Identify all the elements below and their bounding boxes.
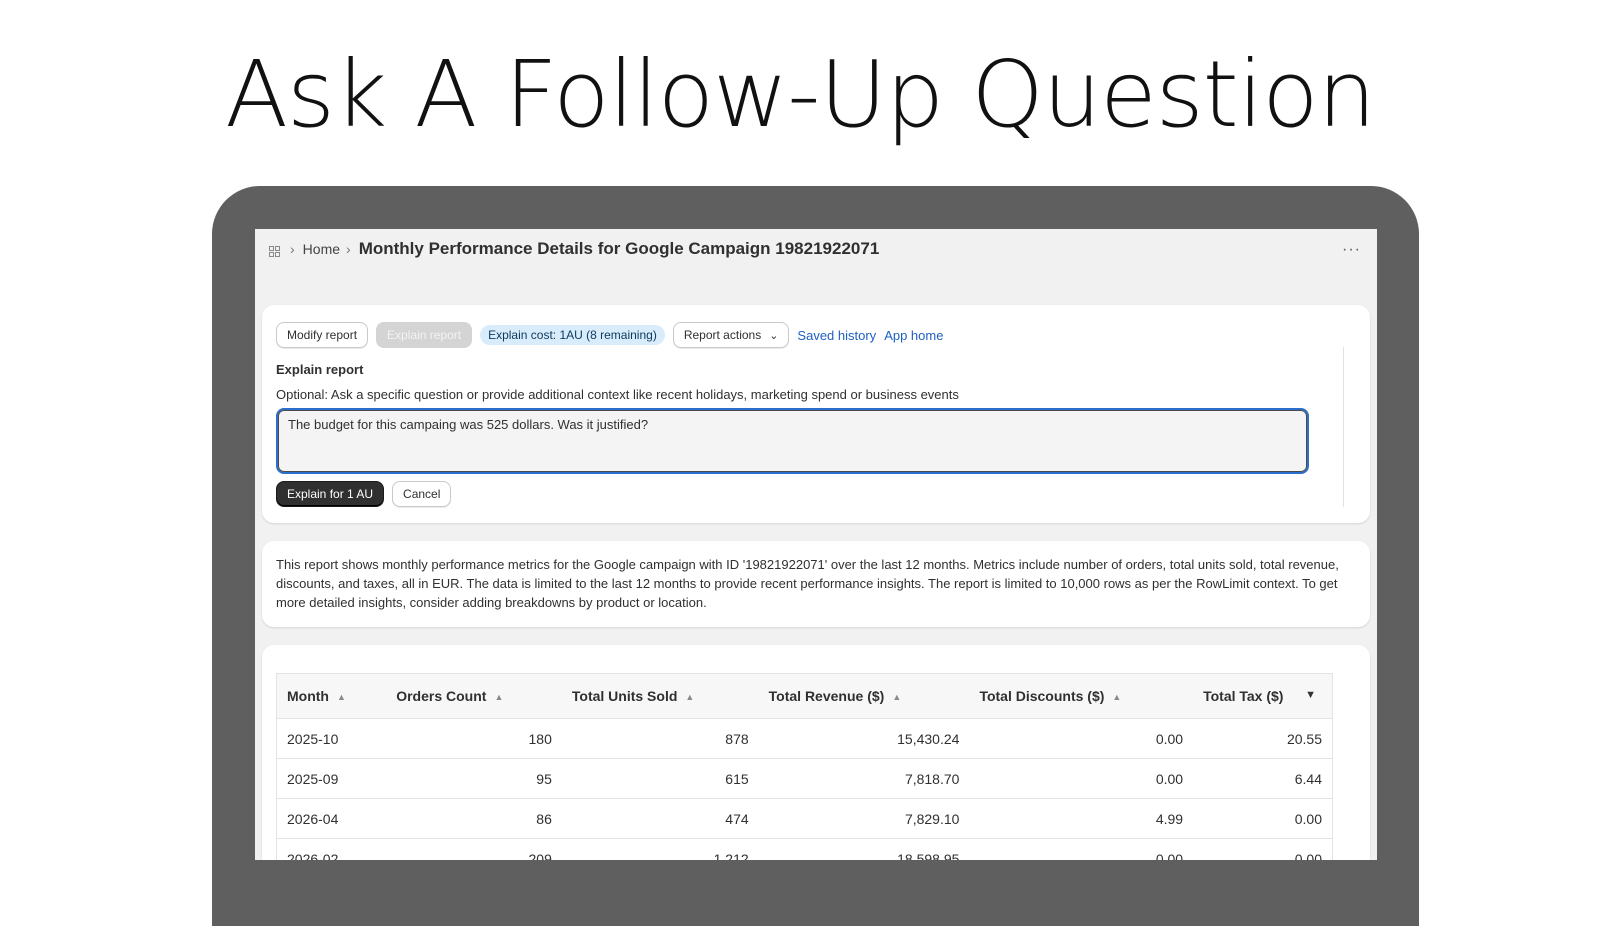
app-home-link[interactable]: App home	[884, 328, 943, 343]
sort-ascending-icon[interactable]: ▲	[1112, 692, 1121, 702]
cell-orders-count: 95	[386, 758, 562, 799]
column-header-label: Total Revenue ($)	[768, 688, 885, 704]
cell-orders-count: 209	[386, 838, 562, 860]
cell-total-discounts: 0.00	[969, 838, 1194, 860]
cell-total-tax: 0.00	[1193, 798, 1333, 839]
report-actions-button[interactable]: Report actions ⌄	[672, 322, 790, 348]
modify-report-button[interactable]: Modify report	[276, 322, 369, 348]
column-header-month[interactable]: Month ▲	[276, 673, 387, 719]
cell-total-revenue: 18,598.95	[758, 838, 970, 860]
cell-total-discounts: 0.00	[969, 718, 1194, 759]
explain-cost-badge: Explain cost: 1AU (8 remaining)	[480, 325, 665, 345]
cell-total-units-sold: 474	[561, 798, 759, 839]
column-header-label: Month	[287, 688, 329, 704]
explain-help-text: Optional: Ask a specific question or pro…	[276, 387, 959, 402]
column-header-total-revenue[interactable]: Total Revenue ($) ▲	[758, 673, 970, 719]
column-header-total-discounts[interactable]: Total Discounts ($) ▲	[969, 673, 1194, 719]
cell-total-tax: 0.00	[1193, 838, 1333, 860]
cell-total-tax: 6.44	[1193, 758, 1333, 799]
report-actions-label: Report actions	[683, 328, 762, 342]
question-textarea[interactable]: The budget for this campaing was 525 dol…	[276, 408, 1309, 474]
sort-ascending-icon[interactable]: ▲	[337, 692, 346, 702]
column-header-total-units-sold[interactable]: Total Units Sold ▲	[561, 673, 759, 719]
cell-total-revenue: 15,430.24	[758, 718, 970, 759]
chevron-down-icon: ⌄	[769, 329, 779, 342]
cell-total-revenue: 7,829.10	[758, 798, 970, 839]
cell-orders-count: 180	[386, 718, 562, 759]
page-title: Monthly Performance Details for Google C…	[358, 239, 880, 258]
sort-ascending-icon[interactable]: ▲	[892, 692, 901, 702]
cell-total-units-sold: 1,212	[561, 838, 759, 860]
column-header-label: Total Units Sold	[571, 688, 678, 704]
cell-total-discounts: 4.99	[969, 798, 1194, 839]
cell-month: 2025-10	[276, 718, 387, 759]
table-row: 2025-09 95 615 7,818.70 0.00 6.44	[276, 758, 1333, 799]
hero-title: Ask A Follow-Up Question	[225, 41, 1376, 148]
saved-history-link[interactable]: Saved history	[797, 328, 876, 343]
cell-total-units-sold: 878	[561, 718, 759, 759]
cell-total-tax: 20.55	[1193, 718, 1333, 759]
explain-report-button[interactable]: Explain report	[376, 322, 473, 348]
apps-icon[interactable]	[269, 244, 280, 257]
explain-actions: Explain for 1 AU Cancel	[276, 481, 452, 507]
more-actions-icon[interactable]: ···	[1342, 241, 1361, 259]
sort-ascending-icon[interactable]: ▲	[494, 692, 503, 702]
report-description: This report shows monthly performance me…	[276, 557, 1339, 610]
cell-total-discounts: 0.00	[969, 758, 1194, 799]
cell-month: 2026-02	[276, 838, 387, 860]
cell-month: 2025-09	[276, 758, 387, 799]
table-header-row: Month ▲ Orders Count ▲ Total Units Sold ▲ T…	[276, 673, 1333, 719]
table-row: 2026-04 86 474 7,829.10 4.99 0.00	[276, 798, 1333, 839]
divider	[1343, 347, 1344, 507]
column-header-label: Total Discounts ($)	[979, 688, 1105, 704]
column-header-label: Total Tax ($)	[1203, 688, 1284, 704]
report-table: Month ▲ Orders Count ▲ Total Units Sold ▲ T…	[276, 673, 1333, 860]
report-toolbar: Modify report Explain report Explain cos…	[276, 322, 943, 348]
cell-orders-count: 86	[386, 798, 562, 839]
top-bar: › Home › Monthly Performance Details for…	[255, 229, 1377, 269]
cancel-button[interactable]: Cancel	[392, 481, 452, 507]
app-screen: › Home › Monthly Performance Details for…	[255, 229, 1377, 860]
column-header-orders-count[interactable]: Orders Count ▲	[386, 673, 562, 719]
breadcrumb-home-link[interactable]: Home	[303, 241, 340, 257]
column-header-label: Orders Count	[396, 688, 487, 704]
cell-total-revenue: 7,818.70	[758, 758, 970, 799]
explain-report-card: Modify report Explain report Explain cos…	[262, 305, 1370, 523]
breadcrumb-separator: ›	[346, 241, 351, 257]
table-row: 2026-02 209 1,212 18,598.95 0.00 0.00	[276, 838, 1333, 860]
report-table-card: Month ▲ Orders Count ▲ Total Units Sold ▲ T…	[262, 645, 1370, 860]
table-row: 2025-10 180 878 15,430.24 0.00 20.55	[276, 718, 1333, 759]
column-header-total-tax[interactable]: Total Tax ($) ▼	[1193, 673, 1333, 719]
cell-total-units-sold: 615	[561, 758, 759, 799]
sort-ascending-icon[interactable]: ▲	[685, 692, 694, 702]
explain-heading: Explain report	[276, 362, 364, 377]
breadcrumb-separator: ›	[290, 241, 295, 257]
report-description-card: This report shows monthly performance me…	[262, 541, 1370, 627]
explain-submit-button[interactable]: Explain for 1 AU	[276, 481, 385, 507]
caret-down-icon[interactable]: ▼	[1305, 689, 1316, 701]
cell-month: 2026-04	[276, 798, 387, 839]
